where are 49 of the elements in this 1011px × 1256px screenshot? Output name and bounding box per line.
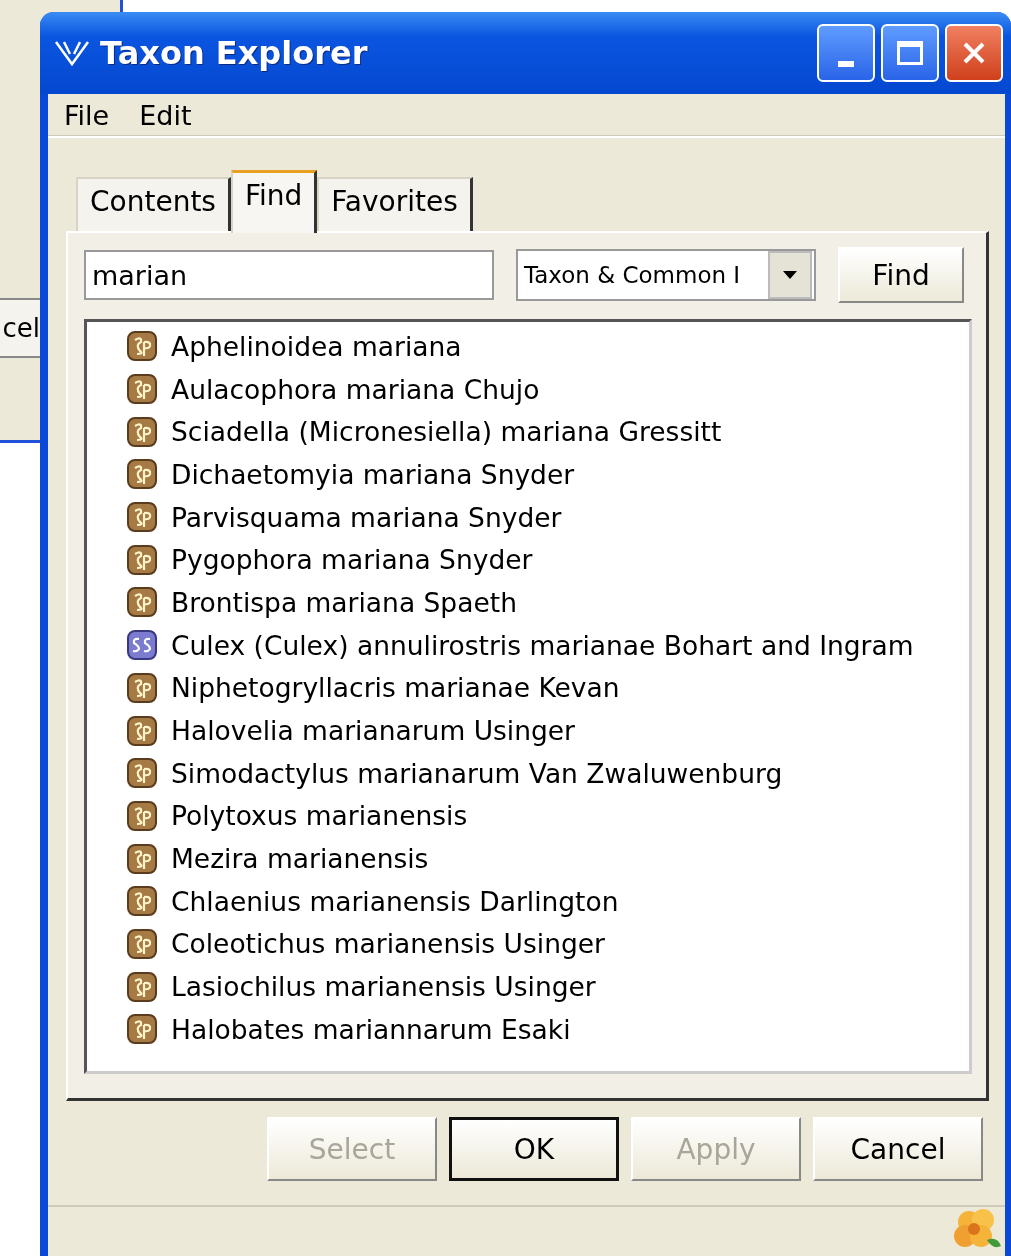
subspecies-icon — [127, 630, 157, 661]
result-item[interactable]: Brontispa mariana Spaeth — [171, 586, 517, 618]
result-item[interactable]: Halobates mariannarum Esaki — [171, 1013, 571, 1045]
search-field[interactable]: marian — [84, 250, 494, 300]
result-item[interactable]: Sciadella (Micronesiella) mariana Gressitt — [171, 416, 722, 448]
species-icon — [127, 886, 157, 917]
result-item[interactable]: Mezira marianensis — [171, 843, 429, 875]
dialog-button[interactable]: Cancel — [813, 1117, 983, 1181]
tab[interactable]: Favorites — [317, 177, 473, 231]
scope-dropdown[interactable]: Taxon & Common I — [516, 249, 816, 301]
species-icon — [127, 971, 157, 1002]
result-item[interactable]: Simodactylus marianarum Van Zwaluwenburg — [171, 757, 783, 789]
species-icon — [127, 928, 157, 959]
species-icon — [127, 331, 157, 362]
result-item[interactable]: Aphelinoidea mariana — [171, 330, 462, 362]
menu-item[interactable]: File — [64, 99, 110, 131]
species-icon — [127, 544, 157, 575]
species-icon — [127, 843, 157, 874]
result-item[interactable]: Coleotichus marianensis Usinger — [171, 928, 605, 960]
window-title: Taxon Explorer — [100, 34, 369, 72]
species-icon — [127, 587, 157, 618]
menu-item[interactable]: Edit — [139, 99, 192, 131]
result-item[interactable]: Dichaetomyia mariana Snyder — [171, 458, 575, 490]
species-icon — [127, 758, 157, 789]
tab[interactable]: Contents — [76, 177, 231, 231]
maximize-button[interactable] — [881, 24, 939, 82]
species-icon — [127, 800, 157, 831]
species-icon — [127, 715, 157, 746]
result-item[interactable]: Parvisquama mariana Snyder — [171, 501, 562, 533]
result-item[interactable]: Pygophora mariana Snyder — [171, 544, 533, 576]
dialog-button[interactable]: OK — [449, 1117, 619, 1181]
species-icon — [127, 672, 157, 703]
tab[interactable]: Find — [230, 170, 318, 233]
species-icon — [127, 459, 157, 490]
result-item[interactable]: Chlaenius marianensis Darlington — [171, 885, 619, 917]
result-item[interactable]: Halovelia marianarum Usinger — [171, 715, 575, 747]
result-item[interactable]: Lasiochilus marianensis Usinger — [171, 971, 596, 1003]
find-button[interactable]: Find — [838, 247, 964, 303]
dropdown-arrow-icon — [782, 270, 798, 280]
result-item[interactable]: Niphetogryllacris marianae Kevan — [171, 672, 620, 704]
result-item[interactable]: Culex (Culex) annulirostris marianae Bohart and Ingram — [171, 629, 914, 661]
result-item[interactable]: Aulacophora mariana Chujo — [171, 373, 540, 405]
species-icon — [127, 502, 157, 533]
species-icon — [127, 374, 157, 405]
result-item[interactable]: Polytoxus marianensis — [171, 800, 468, 832]
species-icon — [127, 416, 157, 447]
close-button[interactable] — [945, 24, 1003, 82]
species-icon — [127, 1014, 157, 1045]
minimize-button[interactable] — [817, 24, 875, 82]
